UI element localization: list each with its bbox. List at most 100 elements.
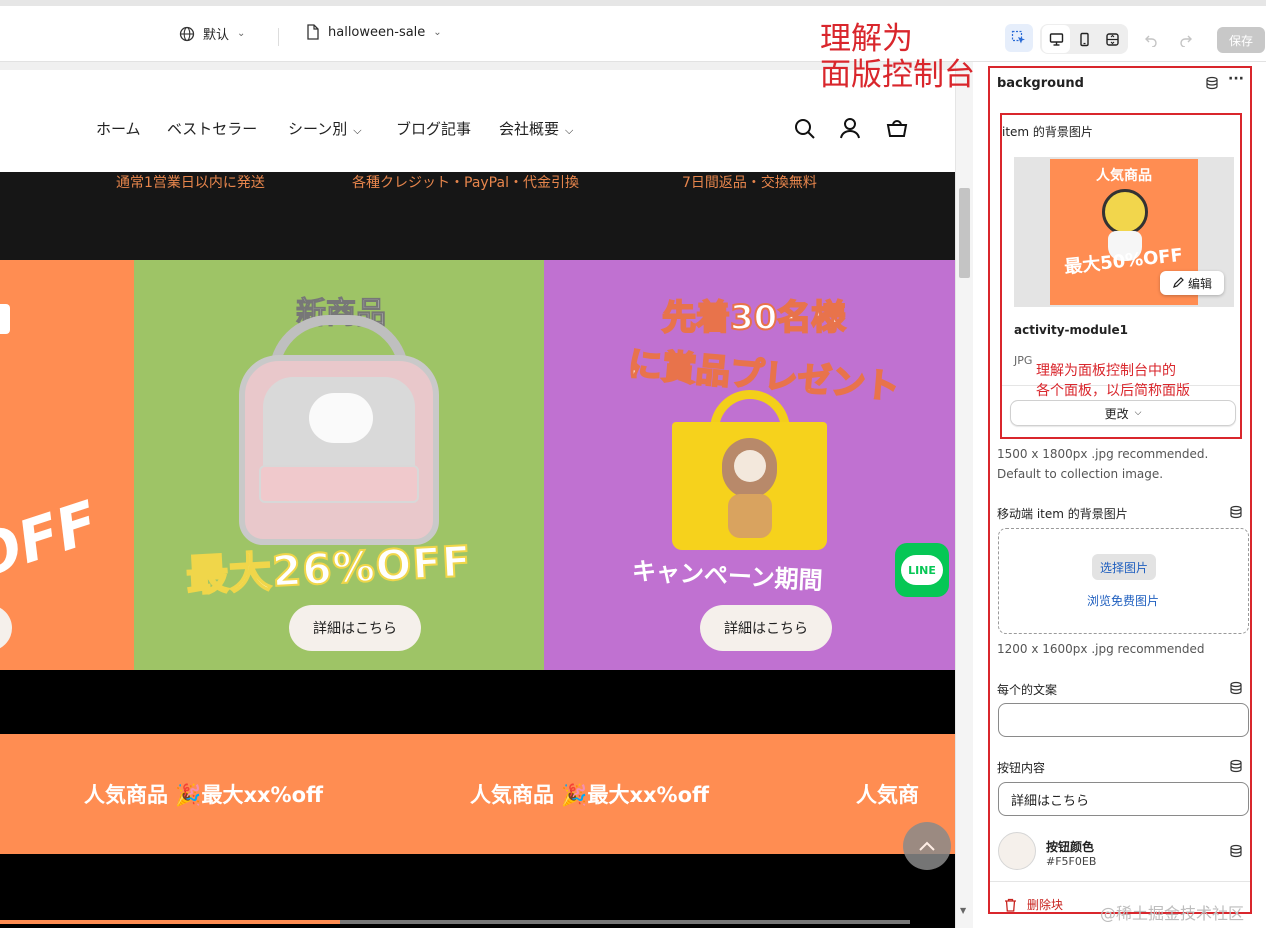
dynamic-source-icon[interactable] — [1229, 505, 1243, 519]
select-cursor-icon — [1011, 30, 1025, 44]
promo-details-button[interactable]: 詳細はこちら — [289, 605, 421, 651]
delete-label: 删除块 — [1027, 898, 1064, 912]
nav-item-label: 会社概要 — [499, 120, 560, 138]
marquee-banner: 人気商品 🎉最大xx%off 人気商品 🎉最大xx%off 人気商 — [0, 734, 955, 854]
annotation-line: 各个面板，以后简称面版 — [1036, 383, 1190, 399]
desktop-view-button[interactable] — [1042, 25, 1070, 53]
scroll-down-arrow[interactable]: ▼ — [960, 906, 966, 915]
section-divider — [0, 670, 955, 734]
button-color-hex: #F5F0EB — [1046, 855, 1097, 868]
locale-label: 默认 — [203, 28, 230, 43]
button-color-label: 按钮颜色 — [1046, 840, 1095, 854]
announcement-text: 各種クレジット・PayPal・代金引換 — [352, 175, 579, 191]
promo-details-button[interactable]: 詳細はこちら — [700, 605, 832, 651]
chevron-down-icon: ⌵ — [353, 124, 362, 137]
promo-sub-text: キャンペーン期間 — [631, 557, 824, 595]
edit-image-button[interactable]: 编辑 — [1160, 271, 1224, 295]
undo-icon — [1145, 35, 1157, 47]
globe-icon — [179, 26, 195, 41]
annotation-line: 理解为面板控制台中的 — [1036, 363, 1176, 379]
preview-scrollbar[interactable]: ▼ — [955, 62, 973, 928]
file-type: JPG — [1014, 354, 1033, 367]
promo-panel-button[interactable] — [0, 605, 12, 651]
chevron-down-icon: ⌵ — [565, 124, 574, 137]
search-icon[interactable] — [794, 118, 816, 140]
inspector-button[interactable] — [1005, 24, 1033, 52]
save-button[interactable]: 保存 — [1217, 27, 1265, 53]
template-label: halloween-sale — [328, 24, 426, 40]
line-badge-label: LINE — [901, 555, 943, 585]
delete-block-button[interactable]: 删除块 — [1004, 896, 1064, 912]
pencil-icon — [1173, 277, 1184, 288]
locale-selector[interactable]: 默认 ⌄ — [179, 24, 245, 43]
marquee-text: 人気商 — [856, 783, 919, 807]
undo-button[interactable] — [1137, 26, 1165, 54]
promo-panel-orange: OFF — [0, 260, 134, 670]
announcement-bar: 通常1営業日以内に発送 各種クレジット・PayPal・代金引換 7日間返品・交換… — [0, 172, 955, 260]
dynamic-source-icon[interactable] — [1229, 681, 1243, 695]
dynamic-source-icon[interactable] — [1229, 759, 1243, 773]
store-preview: ホーム ベストセラー シーン別 ⌵ ブログ記事 会社概要 ⌵ 通常1営業日以内に発送… — [0, 62, 955, 928]
desktop-icon — [1049, 32, 1063, 46]
panel-title: background — [997, 76, 1084, 91]
scrollbar-thumb[interactable] — [959, 188, 970, 278]
dynamic-source-icon[interactable] — [1229, 844, 1243, 858]
editor-topbar: 默认 ⌄ halloween-sale ⌄ 保存 — [0, 0, 1266, 62]
cart-icon[interactable] — [885, 116, 909, 138]
image-preview[interactable]: 人気商品 最大50%OFF 编辑 — [1014, 157, 1234, 307]
mobile-image-label: 移动端 item 的背景图片 — [997, 507, 1128, 521]
mobile-icon — [1079, 32, 1089, 46]
marquee-text: 人気商品 🎉最大xx%off — [84, 783, 324, 807]
divider — [278, 28, 279, 46]
nav-item-bestseller[interactable]: ベストセラー — [167, 118, 257, 139]
promo-panel-green: 新商品 最大26%OFF 詳細はこちら — [134, 260, 544, 670]
announcement-text: 通常1営業日以内に発送 — [116, 175, 265, 191]
mobile-view-button[interactable] — [1070, 25, 1098, 53]
promo-panel-text: OFF — [0, 487, 106, 593]
redo-icon — [1180, 35, 1192, 47]
camera-image — [1102, 189, 1148, 235]
fullscreen-view-button[interactable] — [1098, 25, 1126, 53]
mobile-image-hint: 1200 x 1600px .jpg recommended — [997, 642, 1205, 656]
mobile-image-dropzone[interactable]: 选择图片 浏览免费图片 — [998, 528, 1249, 634]
expand-icon — [1105, 32, 1119, 46]
button-text-input[interactable]: 詳細はこちら — [998, 782, 1249, 816]
annotation-line: 理解为 — [820, 21, 913, 57]
marquee-text: 人気商品 🎉最大xx%off — [470, 783, 710, 807]
line-chat-button[interactable]: LINE — [895, 543, 949, 597]
tote-bag-image — [672, 390, 827, 550]
promo-discount: 最大26%OFF — [184, 536, 474, 602]
dynamic-source-icon[interactable] — [1205, 76, 1219, 90]
copy-text-label: 每个的文案 — [997, 683, 1058, 697]
nav-item-home[interactable]: ホーム — [96, 118, 141, 139]
edit-label: 编辑 — [1187, 276, 1212, 291]
file-icon — [307, 24, 319, 40]
chevron-down-icon: ⌄ — [433, 26, 442, 38]
redo-button[interactable] — [1172, 26, 1200, 54]
section-divider — [0, 854, 955, 928]
button-color-swatch[interactable] — [998, 832, 1036, 870]
back-to-top-button[interactable] — [903, 822, 951, 870]
nav-item-label: シーン別 — [288, 120, 348, 138]
more-options-icon[interactable]: ··· — [1228, 71, 1244, 87]
announcement-text: 7日間返品・交換無料 — [682, 175, 817, 191]
copy-text-input[interactable] — [998, 703, 1249, 737]
nav-item-blog[interactable]: ブログ記事 — [396, 118, 471, 139]
image-setting-label: item 的背景图片 — [1002, 125, 1093, 139]
promo-title: 先着30名様 — [661, 297, 846, 339]
store-header: ホーム ベストセラー シーン別 ⌵ ブログ記事 会社概要 ⌵ — [0, 70, 955, 172]
change-image-button[interactable]: 更改 ⌵ — [1010, 400, 1236, 426]
nav-item-scene[interactable]: シーン別 ⌵ — [288, 118, 362, 139]
watermark: @稀土掘金技术社区 — [1100, 904, 1245, 923]
file-name: activity-module1 — [1014, 323, 1129, 337]
account-icon[interactable] — [839, 117, 861, 139]
template-selector[interactable]: halloween-sale ⌄ — [306, 24, 442, 40]
nav-item-about[interactable]: 会社概要 ⌵ — [499, 118, 573, 139]
image-hint: 1500 x 1800px .jpg recommended. Default … — [997, 447, 1209, 481]
thumbnail-title: 人気商品 — [1096, 168, 1152, 184]
chevron-down-icon: ⌄ — [237, 28, 246, 39]
browse-free-images-link[interactable]: 浏览免费图片 — [1087, 592, 1159, 609]
button-text-label: 按钮内容 — [997, 761, 1046, 775]
viewport-toggle-group — [1040, 24, 1128, 54]
select-image-button[interactable]: 选择图片 — [1092, 554, 1156, 580]
